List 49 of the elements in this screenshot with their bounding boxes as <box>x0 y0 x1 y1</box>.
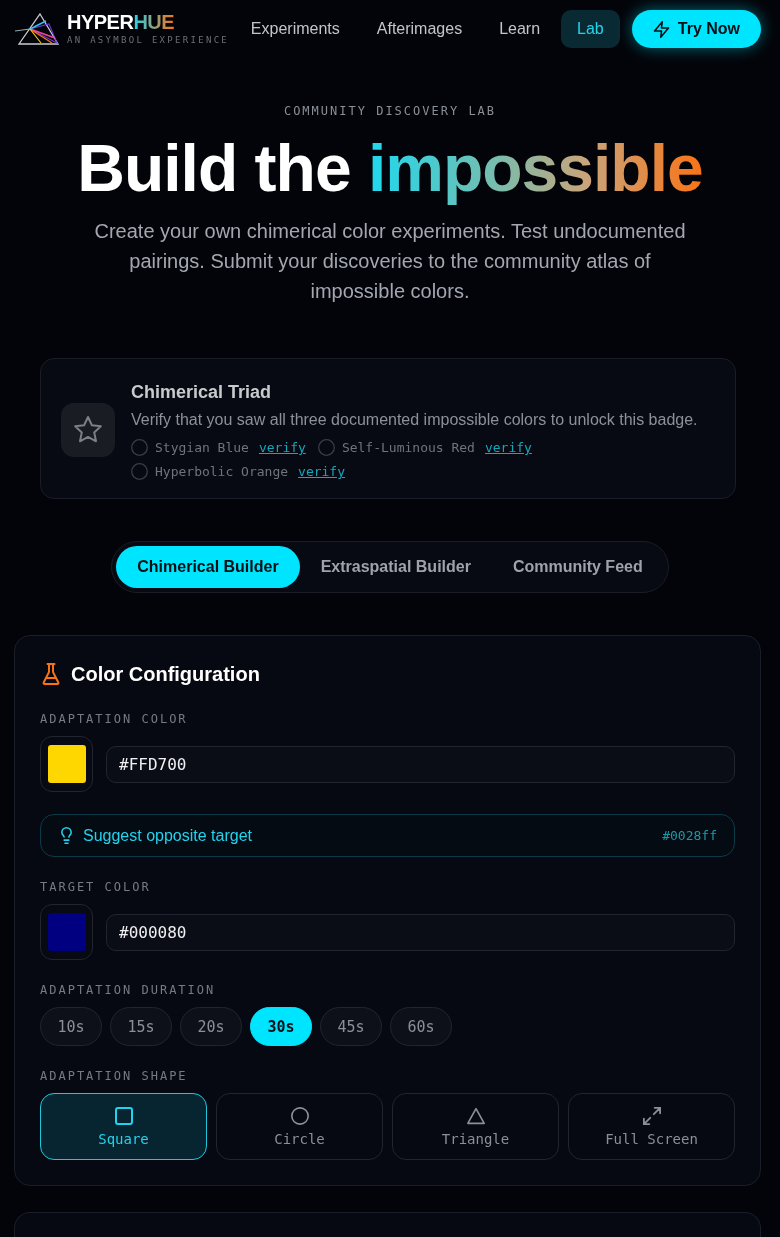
requirement-name: Stygian Blue <box>155 440 249 455</box>
builder-tab[interactable]: Chimerical Builder <box>116 546 300 588</box>
field-label: ADAPTATION SHAPE <box>40 1069 189 1083</box>
prism-logo-icon <box>15 12 59 46</box>
square-icon <box>114 1106 133 1125</box>
duration-chip[interactable]: 10s <box>40 1007 102 1046</box>
duration-chip[interactable]: 45s <box>320 1007 382 1046</box>
duration-chip[interactable]: 60s <box>390 1007 452 1046</box>
badge-description: Verify that you saw all three documented impossible colors to unlock this badge. <box>131 410 698 430</box>
hex-input-field[interactable]: #000080 <box>106 913 735 951</box>
suggest-target-button[interactable]: Suggest opposite target #0028ff <box>40 814 735 857</box>
lightning-icon <box>652 20 670 38</box>
logo-tagline: AN ASYMBOL EXPERIENCE <box>67 35 230 46</box>
shape-option[interactable]: Square <box>40 1093 207 1160</box>
nav-link[interactable]: Lab <box>561 10 620 48</box>
nav-link[interactable]: Experiments <box>234 10 356 48</box>
requirement-name: Hyperbolic Orange <box>155 464 289 479</box>
verify-link[interactable]: verify <box>484 440 532 455</box>
expand-arrows-icon <box>642 1106 661 1125</box>
suggested-hex: #0028ff <box>662 828 717 843</box>
hero-subtitle: Create your own chimerical color experiments. Test undocumented pairings. Submit your discoveries to the community atlas of impossible colors. <box>93 219 687 304</box>
try-now-button[interactable]: Try Now <box>631 10 761 48</box>
nav-link[interactable]: Learn <box>483 10 557 48</box>
field-label: ADAPTATION COLOR <box>40 712 189 726</box>
shape-option[interactable]: Triangle <box>392 1093 559 1160</box>
nav-link[interactable]: Afterimages <box>360 10 479 48</box>
builder-tab[interactable]: Community Feed <box>491 546 664 588</box>
lightbulb-icon <box>58 827 75 844</box>
hex-input-field[interactable]: #FFD700 <box>106 745 735 783</box>
field-label: ADAPTATION DURATION <box>40 983 217 997</box>
color-picker[interactable] <box>40 736 93 792</box>
circle-icon <box>290 1106 309 1125</box>
triangle-icon <box>466 1106 485 1125</box>
duration-chip[interactable]: 20s <box>180 1007 242 1046</box>
logo-wordmark: HYPERHUE <box>67 12 176 32</box>
flask-icon <box>40 663 62 685</box>
shape-option[interactable]: Full Screen <box>568 1093 735 1160</box>
field-label: TARGET COLOR <box>40 880 152 894</box>
hero-eyebrow: COMMUNITY DISCOVERY LAB <box>283 104 497 118</box>
verify-link[interactable]: verify <box>258 440 306 455</box>
duration-chip[interactable]: 30s <box>250 1007 312 1046</box>
verify-link[interactable]: verify <box>298 464 346 479</box>
builder-tab[interactable]: Extraspatial Builder <box>299 546 492 588</box>
shape-option[interactable]: Circle <box>216 1093 383 1160</box>
badge-title: Chimerical Triad <box>131 381 273 404</box>
color-picker[interactable] <box>40 904 93 960</box>
duration-chip[interactable]: 15s <box>110 1007 172 1046</box>
section-title: Color Configuration <box>71 662 260 686</box>
requirement-name: Self-Luminous Red <box>341 440 475 455</box>
